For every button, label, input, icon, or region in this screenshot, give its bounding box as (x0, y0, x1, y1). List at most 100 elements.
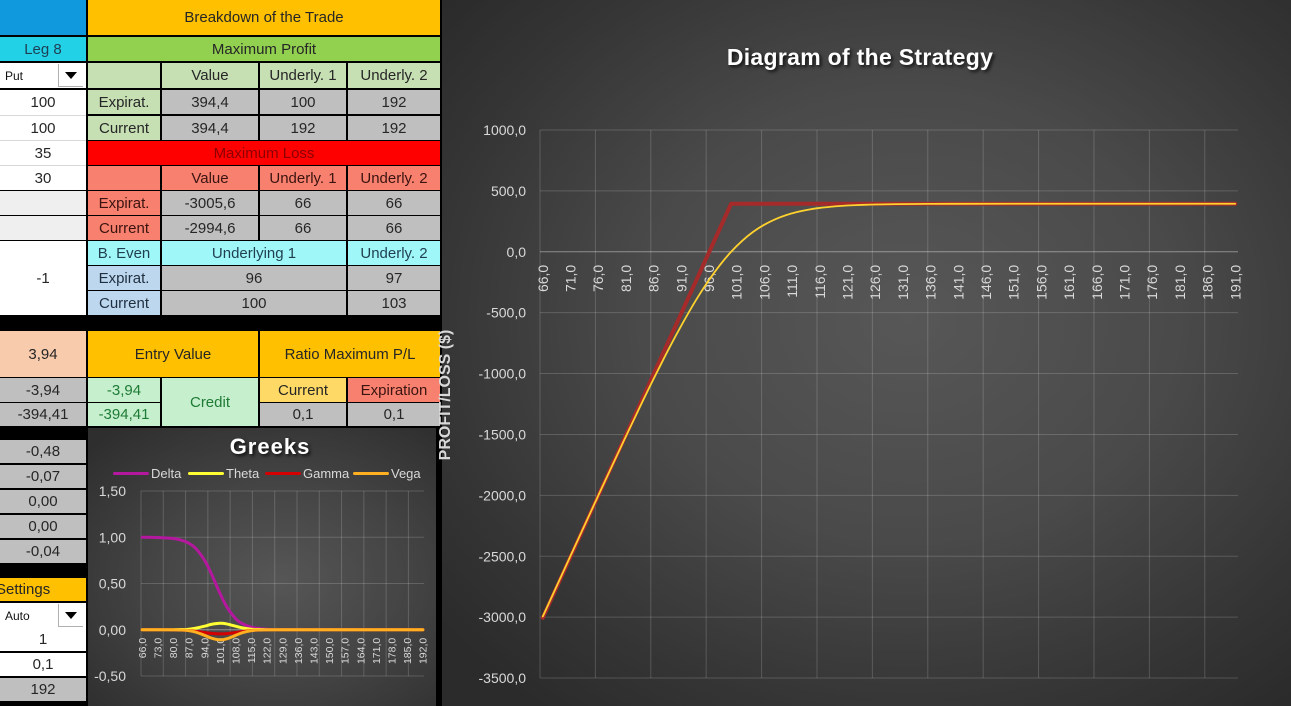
x-tick-label: 143,0 (308, 638, 320, 664)
ratio-col-current: Current (260, 378, 346, 402)
settings-value-3: 192 (0, 678, 86, 701)
x-tick-label: 115,0 (246, 638, 258, 664)
x-tick-label: 191,0 (1227, 265, 1243, 300)
leg-label: Leg 8 (0, 37, 86, 61)
greeks-plot: 1,50 1,00 0,50 0,00 -0,50 66,0 73,0 80,0 87,0 94,… (94, 483, 430, 684)
breakdown-title: Breakdown of the Trade (88, 0, 440, 35)
break-even-expirat-underlying1: 96 (162, 266, 346, 290)
x-tick-label: 121,0 (839, 265, 855, 300)
max-profit-col-value: Value (162, 63, 258, 88)
max-profit-row-label: Current (88, 116, 160, 140)
x-tick-label: 136,0 (923, 265, 939, 300)
max-loss-current-value: -2994,6 (162, 216, 258, 240)
x-tick-label: 108,0 (230, 638, 242, 664)
x-tick-label: 129,0 (277, 638, 289, 664)
max-profit-title: Maximum Profit (88, 37, 440, 61)
max-profit-col-underly2: Underly. 2 (348, 63, 440, 88)
entry-premium: 3,94 (0, 331, 86, 377)
y-tick-label: -2000,0 (479, 487, 527, 503)
entry-value-1: -3,94 (88, 378, 160, 402)
x-tick-label: 101,0 (215, 638, 227, 664)
x-tick-label: 164,0 (355, 638, 367, 664)
max-loss-col-underly2: Underly. 2 (348, 166, 440, 190)
y-tick-label: 1,00 (99, 529, 126, 545)
option-type-select[interactable]: Put (0, 63, 86, 88)
leg-input-3[interactable]: 35 (0, 140, 86, 165)
x-tick-label: 157,0 (340, 638, 352, 664)
max-profit-expirat-underly1: 100 (260, 90, 346, 114)
max-loss-col-value: Value (162, 166, 258, 190)
max-loss-header-blank (88, 166, 160, 190)
x-tick-label: 80,0 (168, 638, 180, 659)
settings-input-1[interactable]: 1 (0, 628, 86, 651)
ratio-title: Ratio Maximum P/L (260, 331, 440, 377)
header-corner-cell (0, 0, 86, 35)
settings-mode-select[interactable]: Auto (0, 603, 86, 628)
y-tick-label: -2500,0 (479, 548, 527, 564)
option-type-value: Put (5, 68, 24, 83)
blank-cell (0, 191, 86, 215)
greek-value-theta: -0,07 (0, 465, 86, 488)
settings-mode-dropdown-button[interactable] (58, 604, 83, 627)
settings-input-2[interactable]: 0,1 (0, 653, 86, 676)
x-tick-label: 86,0 (646, 265, 662, 292)
y-tick-label: 0,50 (99, 576, 126, 592)
y-tick-label: 1000,0 (483, 122, 526, 138)
leg-input-4[interactable]: 30 (0, 165, 86, 190)
x-tick-label: 176,0 (1144, 265, 1160, 300)
max-profit-current-underly1: 192 (260, 116, 346, 140)
ratio-col-expiration: Expiration (348, 378, 440, 402)
max-loss-current-underly2: 66 (348, 216, 440, 240)
x-tick-label: 136,0 (293, 638, 305, 664)
x-tick-label: 192,0 (418, 638, 430, 664)
y-tick-label: -1000,0 (479, 366, 527, 382)
y-tick-label: 0,0 (507, 244, 527, 260)
greek-value-gamma: 0,00 (0, 490, 86, 513)
ratio-expiration-value: 0,1 (348, 403, 440, 426)
strategy-plot: 1000,0 500,0 0,0 -500,0 -1000,0 -1500,0 -2000,… (479, 122, 1244, 686)
x-tick-label: 146,0 (978, 265, 994, 300)
max-loss-row-label: Expirat. (88, 191, 160, 215)
strategy-chart: Diagram of the Strategy PROFIT/LOSS ($) … (437, 0, 1291, 706)
y-tick-label: 500,0 (491, 183, 526, 199)
y-tick-label: -3500,0 (479, 670, 527, 686)
x-tick-label: 156,0 (1033, 265, 1049, 300)
gridlines (539, 129, 1238, 679)
leg-result-value[interactable]: -1 (0, 241, 86, 315)
max-loss-col-underly1: Underly. 1 (260, 166, 346, 190)
max-profit-current-value: 394,4 (162, 116, 258, 140)
greek-value-extra: -0,04 (0, 540, 86, 563)
x-tick-label: 66,0 (535, 265, 551, 292)
entry-left-value-1: -3,94 (0, 378, 86, 402)
break-even-row-label: Current (88, 291, 160, 315)
max-profit-expirat-value: 394,4 (162, 90, 258, 114)
x-tick-label: 185,0 (402, 638, 414, 664)
max-loss-row-label: Current (88, 216, 160, 240)
x-tick-label: 166,0 (1089, 265, 1105, 300)
break-even-title: B. Even (88, 241, 160, 265)
break-even-current-underly2: 103 (348, 291, 440, 315)
chevron-down-icon (65, 611, 77, 619)
entry-value-2: -394,41 (88, 403, 160, 426)
break-even-row-label: Expirat. (88, 266, 160, 290)
x-tick-label: 66,0 (137, 638, 149, 659)
x-tick-label: 178,0 (386, 638, 398, 664)
y-tick-label: -0,50 (94, 668, 126, 684)
x-tick-label: 91,0 (673, 265, 689, 292)
max-loss-expirat-value: -3005,6 (162, 191, 258, 215)
x-tick-label: 94,0 (199, 638, 211, 659)
leg-input-1[interactable]: 100 (0, 90, 86, 115)
leg-input-2[interactable]: 100 (0, 115, 86, 140)
x-tick-label: 116,0 (812, 265, 828, 299)
max-loss-current-underly1: 66 (260, 216, 346, 240)
x-tick-label: 81,0 (618, 265, 634, 292)
y-tick-label: 0,00 (99, 622, 126, 638)
max-profit-col-underly1: Underly. 1 (260, 63, 346, 88)
entry-type-badge: Credit (162, 378, 258, 426)
settings-title: Settings (0, 578, 86, 601)
y-tick-label: -1500,0 (479, 426, 527, 442)
break-even-expirat-underly2: 97 (348, 266, 440, 290)
x-tick-label: 150,0 (324, 638, 336, 664)
option-type-dropdown-button[interactable] (58, 64, 83, 87)
x-tick-label: 76,0 (590, 265, 606, 292)
